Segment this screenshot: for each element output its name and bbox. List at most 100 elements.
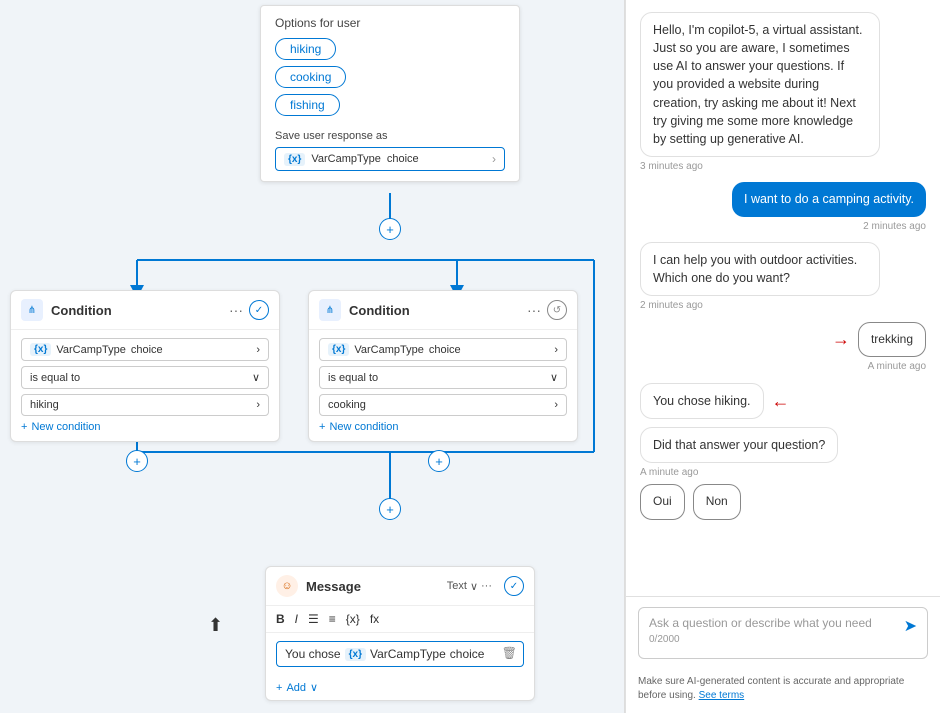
chat-input-placeholder: Ask a question or describe what you need: [649, 616, 904, 630]
message-content-row[interactable]: You chose {x} VarCampType choice 🗑: [276, 641, 524, 667]
red-arrow-icon: →: [832, 326, 850, 352]
msg-var-name: VarCampType: [370, 647, 446, 661]
condition-card-2: ⋔ Condition ··· ↺ {x} VarCampType choice…: [308, 290, 578, 442]
ol-button[interactable]: ≡: [329, 612, 336, 626]
chat-bot-msg2: You chose hiking. ←: [640, 383, 790, 419]
var-pill[interactable]: {x} VarCampType choice ›: [275, 147, 505, 171]
option-cooking[interactable]: cooking: [275, 66, 346, 88]
var-name: VarCampType: [311, 153, 381, 165]
bot-msg1-text: I can help you with outdoor activities. …: [653, 253, 857, 285]
message-type-label: Text: [447, 580, 467, 592]
delete-icon[interactable]: 🗑: [502, 646, 517, 660]
condition1-icon: ⋔: [21, 299, 43, 321]
condition1-value-row[interactable]: hiking ›: [21, 394, 269, 416]
chevron-right-icon: ›: [492, 152, 496, 166]
message-card: ☺ Message Text ∨ ··· ✓ B I ☰ ≡ {x} fx Yo…: [265, 566, 535, 701]
bold-button[interactable]: B: [276, 612, 285, 626]
canvas-area: Options for user hiking cooking fishing …: [0, 0, 625, 713]
btn-no[interactable]: Non: [693, 484, 741, 519]
condition2-value-row[interactable]: cooking ›: [319, 394, 567, 416]
condition2-add[interactable]: + New condition: [319, 421, 567, 433]
fx-button[interactable]: fx: [370, 612, 379, 626]
plus-circle-top[interactable]: +: [379, 218, 401, 240]
condition2-operator[interactable]: is equal to ∨: [319, 366, 567, 389]
add-label: Add: [286, 682, 306, 694]
no-label: Non: [706, 494, 728, 508]
plus-circle-bot[interactable]: +: [379, 498, 401, 520]
option-bubble: trekking: [858, 322, 926, 357]
add-chevron: ∨: [310, 681, 318, 694]
c1-var-type: choice: [131, 344, 163, 356]
option-hiking[interactable]: hiking: [275, 38, 336, 60]
message-title: Message: [306, 579, 439, 594]
c2-dropdown-icon: ∨: [550, 371, 558, 384]
user-option-text: trekking: [871, 332, 913, 346]
chat-bot-msg1: I can help you with outdoor activities. …: [640, 242, 880, 314]
condition1-dots[interactable]: ···: [229, 302, 243, 318]
msg-var-tag: {x}: [345, 648, 366, 661]
bot-intro-bubble: Hello, I'm copilot-5, a virtual assistan…: [640, 12, 880, 157]
var-type: choice: [387, 153, 419, 165]
chat-bot-intro: Hello, I'm copilot-5, a virtual assistan…: [640, 12, 880, 174]
plus-icon: +: [386, 222, 394, 237]
c2-plus-icon: +: [319, 421, 325, 433]
c1-plus-icon: +: [21, 421, 27, 433]
chat-input-box[interactable]: Ask a question or describe what you need…: [638, 607, 928, 659]
bot-question-time: A minute ago: [640, 466, 838, 481]
bot-intro-text: Hello, I'm copilot-5, a virtual assistan…: [653, 23, 862, 146]
send-button[interactable]: ➤: [904, 616, 917, 636]
message-body: You chose {x} VarCampType choice 🗑: [266, 633, 534, 675]
c2-add-label: New condition: [329, 421, 398, 433]
italic-button[interactable]: I: [295, 612, 298, 626]
user-msg1-text: I want to do a camping activity.: [744, 192, 914, 206]
bot-question-bubble: Did that answer your question?: [640, 427, 838, 463]
var-button[interactable]: {x}: [346, 612, 360, 626]
chat-footer: Make sure AI-generated content is accura…: [626, 669, 940, 713]
message-type-chevron: ∨: [470, 580, 478, 593]
footer-link[interactable]: See terms: [699, 690, 745, 701]
message-check[interactable]: ✓: [504, 576, 524, 596]
c2-value-chevron: ›: [554, 399, 558, 411]
option-fishing[interactable]: fishing: [275, 94, 340, 116]
c2-value: cooking: [328, 399, 366, 411]
add-row[interactable]: + Add ∨: [266, 681, 534, 700]
chat-messages: Hello, I'm copilot-5, a virtual assistan…: [626, 0, 940, 596]
plus-circle-left[interactable]: +: [126, 450, 148, 472]
message-type[interactable]: Text ∨ ···: [447, 580, 492, 593]
condition2-dots[interactable]: ···: [527, 302, 541, 318]
chat-input-area: Ask a question or describe what you need…: [626, 596, 940, 669]
bot-msg2-text: You chose hiking.: [653, 394, 751, 408]
condition1-operator[interactable]: is equal to ∨: [21, 366, 269, 389]
condition2-undo[interactable]: ↺: [547, 300, 567, 320]
condition2-var-row[interactable]: {x} VarCampType choice ›: [319, 338, 567, 361]
ul-button[interactable]: ☰: [308, 612, 319, 626]
option-time: A minute ago: [832, 360, 926, 375]
msg-var-type: choice: [450, 647, 485, 661]
c2-var-tag: {x}: [328, 343, 349, 356]
c2-var-name: VarCampType: [354, 344, 424, 356]
c1-operator: is equal to: [30, 372, 80, 384]
condition1-title: Condition: [51, 303, 221, 318]
btn-yes[interactable]: Oui: [640, 484, 685, 519]
c2-operator: is equal to: [328, 372, 378, 384]
plus-icon-left: +: [133, 454, 141, 469]
chat-user-option: → trekking A minute ago: [832, 322, 926, 375]
condition1-check[interactable]: ✓: [249, 300, 269, 320]
plus-circle-mid[interactable]: +: [428, 450, 450, 472]
message-icon: ☺: [276, 575, 298, 597]
var-tag: {x}: [284, 153, 305, 166]
condition1-add[interactable]: + New condition: [21, 421, 269, 433]
user-time1: 2 minutes ago: [732, 220, 926, 235]
c1-value-chevron: ›: [256, 399, 260, 411]
red-arrow-icon2: ←: [772, 388, 790, 414]
message-toolbar: B I ☰ ≡ {x} fx: [266, 606, 534, 633]
options-card-title: Options for user: [275, 16, 505, 30]
c1-var-tag: {x}: [30, 343, 51, 356]
chat-options-row: Oui Non: [640, 484, 838, 519]
message-dots[interactable]: ···: [481, 580, 492, 592]
condition2-title: Condition: [349, 303, 519, 318]
bot-bubble1: I can help you with outdoor activities. …: [640, 242, 880, 296]
condition1-var-row[interactable]: {x} VarCampType choice ›: [21, 338, 269, 361]
chat-bot-question: Did that answer your question? A minute …: [640, 427, 838, 520]
plus-icon-mid: +: [435, 454, 443, 469]
